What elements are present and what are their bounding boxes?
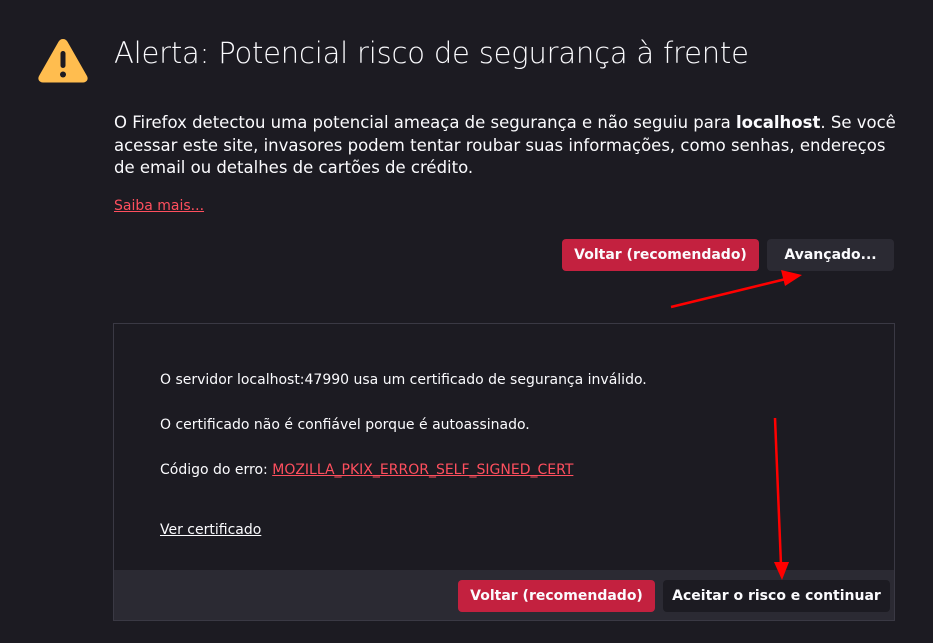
advanced-panel: O servidor localhost:47990 usa um certif… [113,323,895,621]
error-description: O Firefox detectou uma potencial ameaça … [114,112,904,180]
description-pre: O Firefox detectou uma potencial ameaça … [114,113,736,132]
go-back-bottom-button[interactable]: Voltar (recomendado) [458,580,655,612]
advanced-button[interactable]: Avançado... [767,239,894,271]
go-back-button[interactable]: Voltar (recomendado) [562,239,759,271]
annotation-arrow-advanced [670,270,802,309]
warning-icon [38,39,88,83]
error-code-link[interactable]: MOZILLA_PKIX_ERROR_SELF_SIGNED_CERT [272,462,573,478]
error-code-row: Código do erro: MOZILLA_PKIX_ERROR_SELF_… [160,462,573,478]
page-title: Alerta: Potencial risco de segurança à f… [114,36,749,70]
invalid-cert-text: O servidor localhost:47990 usa um certif… [160,372,647,388]
self-signed-text: O certificado não é confiável porque é a… [160,417,530,433]
description-host: localhost [736,113,821,132]
error-code-label: Código do erro: [160,462,273,478]
learn-more-link[interactable]: Saiba mais... [114,198,204,214]
view-certificate-link[interactable]: Ver certificado [160,522,261,538]
accept-risk-button[interactable]: Aceitar o risco e continuar [663,580,890,612]
